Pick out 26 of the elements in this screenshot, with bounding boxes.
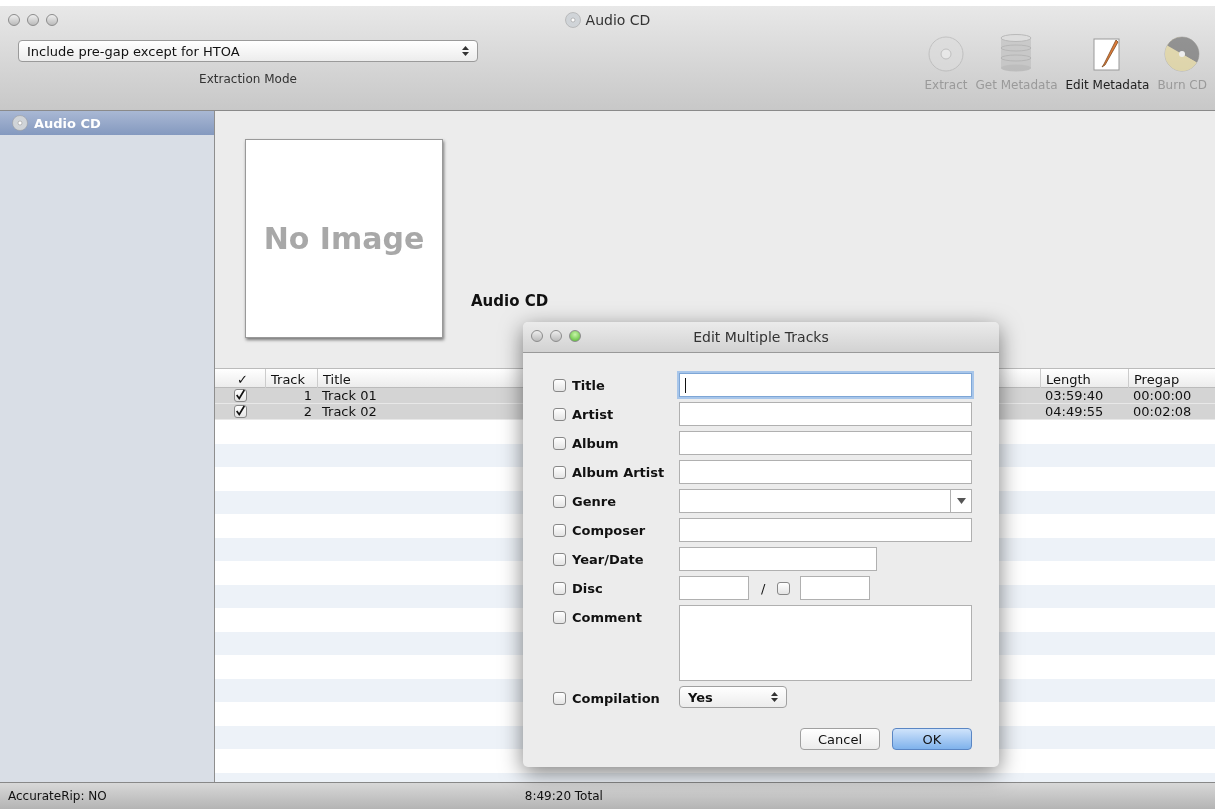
- table-cell-text: 04:49:55: [1044, 404, 1105, 419]
- table-cell-text: 1: [302, 388, 313, 403]
- table-cell-text: Track 01: [321, 388, 378, 403]
- table-cell-text: 03:59:40: [1044, 388, 1105, 403]
- window-title: Audio CD: [585, 12, 651, 28]
- field-label: Genre: [572, 493, 616, 509]
- field-label: Title: [572, 377, 605, 393]
- status-text: AccurateRip: NO: [8, 789, 107, 803]
- no-image-text: No Image: [263, 221, 425, 256]
- table-cell-text: 00:02:08: [1132, 404, 1193, 419]
- field-label: Year/Date: [572, 551, 644, 567]
- field-label: Album: [572, 435, 619, 451]
- field-label: Disc: [572, 580, 603, 596]
- table-cell-text: Track 02: [321, 404, 378, 419]
- field-label: Composer: [572, 522, 646, 538]
- table-cell-text: 2: [302, 404, 313, 419]
- field-label: Album Artist: [572, 464, 665, 480]
- field-label: Comment: [572, 609, 642, 625]
- extraction-mode-label: Extraction Mode: [199, 72, 297, 86]
- field-label: Compilation: [572, 690, 660, 706]
- album-title: Audio CD: [471, 292, 549, 310]
- dialog-title: Edit Multiple Tracks: [693, 329, 829, 345]
- field-label: Artist: [572, 406, 614, 422]
- slash-text: /: [760, 580, 767, 596]
- total-time-text: 8:49:20 Total: [524, 789, 603, 803]
- table-cell-text: 00:00:00: [1132, 388, 1193, 403]
